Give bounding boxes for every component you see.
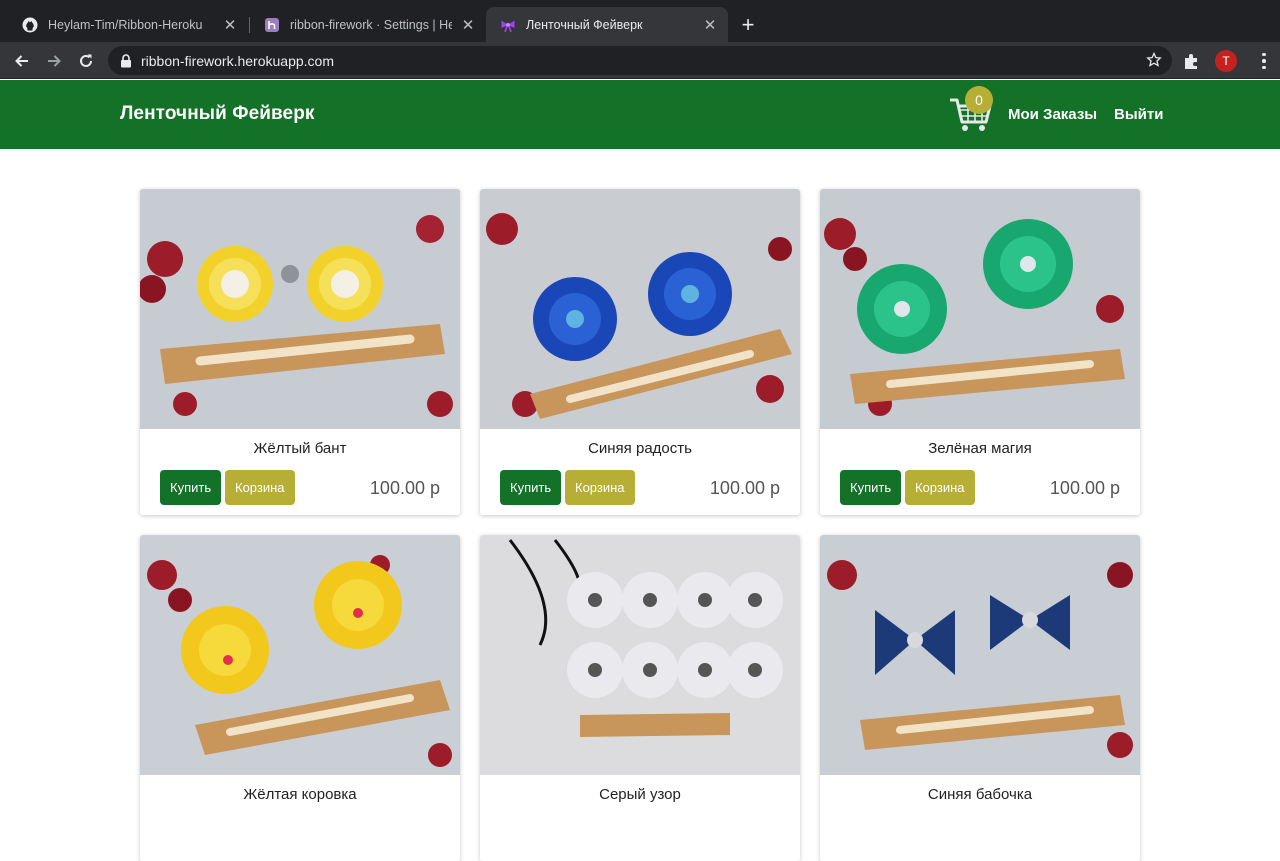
browser-tabstrip: Heylam-Tim/Ribbon-Heroku ✕ ribbon-firewo…	[0, 0, 1280, 42]
product-photo[interactable]	[480, 189, 800, 429]
profile-avatar[interactable]: T	[1215, 50, 1237, 72]
buy-button[interactable]: Купить	[500, 470, 562, 505]
product-card: Жёлтый бант Купить Корзина 100.00 р	[140, 189, 460, 515]
product-card: Зелёная магия Купить Корзина 100.00 р	[820, 189, 1140, 515]
site-header: Ленточный Фейверк Мои Заказы Выйти	[0, 80, 1280, 149]
logout-link[interactable]: Выйти	[1114, 106, 1163, 123]
ribbon-bow-icon	[500, 17, 516, 33]
close-icon[interactable]: ✕	[222, 17, 238, 34]
browser-toolbar: ribbon-firework.herokuapp.com T	[0, 42, 1280, 79]
my-orders-link[interactable]: Мои Заказы	[1008, 106, 1097, 123]
arrow-left-icon	[15, 55, 28, 67]
add-to-cart-button[interactable]: Корзина	[565, 470, 635, 505]
close-icon[interactable]: ✕	[702, 17, 718, 34]
product-photo[interactable]	[140, 189, 460, 429]
product-name: Зелёная магия	[928, 440, 1032, 457]
reload-icon	[80, 54, 92, 67]
product-card: Жёлтая коровка	[140, 535, 460, 861]
product-price: 100.00 р	[1049, 478, 1120, 498]
product-name: Серый узор	[599, 786, 681, 803]
product-card: Серый узор	[480, 535, 800, 861]
product-price: 100.00 р	[369, 478, 440, 498]
bookmark-star-icon[interactable]	[1146, 52, 1162, 68]
product-photo[interactable]	[820, 189, 1140, 429]
buy-button[interactable]: Купить	[840, 470, 902, 505]
tab-title: ribbon-firework · Settings | Her	[290, 17, 452, 32]
site-brand[interactable]: Ленточный Фейверк	[120, 103, 315, 125]
add-to-cart-button[interactable]: Корзина	[225, 470, 295, 505]
new-tab-button[interactable]: +	[736, 12, 760, 37]
back-button[interactable]	[8, 47, 36, 75]
extensions-puzzle-icon[interactable]	[1182, 51, 1202, 71]
tab-heroku-settings[interactable]: ribbon-firework · Settings | Her ✕	[250, 7, 486, 42]
address-bar[interactable]: ribbon-firework.herokuapp.com	[108, 46, 1172, 75]
buy-button[interactable]: Купить	[160, 470, 222, 505]
add-to-cart-button[interactable]: Корзина	[905, 470, 975, 505]
heroku-icon	[264, 17, 280, 33]
tab-title: Heylam-Tim/Ribbon-Heroku	[48, 17, 203, 32]
forward-button[interactable]	[40, 47, 68, 75]
tab-github[interactable]: Heylam-Tim/Ribbon-Heroku ✕	[8, 7, 248, 42]
product-photo[interactable]	[480, 535, 800, 775]
reload-button[interactable]	[72, 47, 100, 75]
product-name: Жёлтая коровка	[243, 786, 357, 803]
product-name: Жёлтый бант	[253, 440, 347, 457]
tab-title: Ленточный Фейверк	[526, 17, 643, 32]
browser-menu-icon[interactable]	[1256, 51, 1272, 71]
arrow-right-icon	[48, 55, 61, 67]
product-name: Синяя бабочка	[927, 786, 1033, 803]
cart-count-badge: 0	[965, 86, 993, 114]
github-icon	[22, 17, 38, 33]
product-card: Синяя радость Купить Корзина 100.00 р	[480, 189, 800, 515]
product-price: 100.00 р	[709, 478, 780, 498]
lock-icon	[121, 53, 131, 67]
product-card: Синяя бабочка	[820, 535, 1140, 861]
close-icon[interactable]: ✕	[460, 17, 476, 34]
url-text: ribbon-firework.herokuapp.com	[141, 52, 334, 69]
tab-active-shop[interactable]: Ленточный Фейверк ✕	[486, 7, 728, 42]
product-photo[interactable]	[140, 535, 460, 775]
product-name: Синяя радость	[588, 440, 692, 457]
product-photo[interactable]	[820, 535, 1140, 775]
